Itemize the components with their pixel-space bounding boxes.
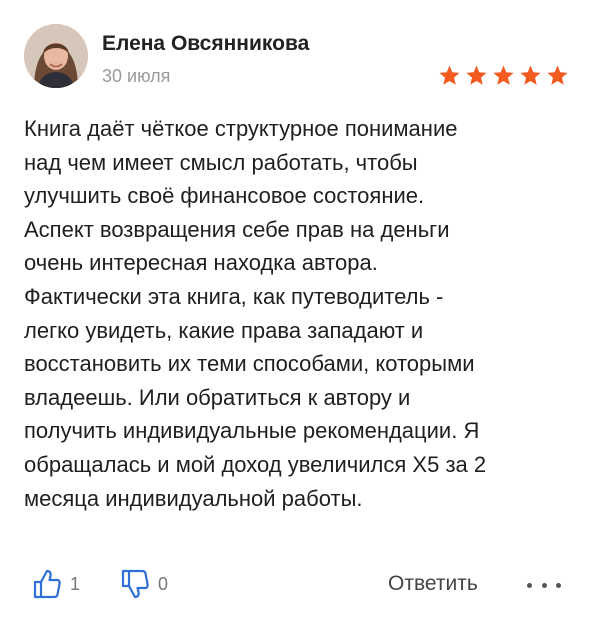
avatar[interactable] [24,24,88,88]
more-options-button[interactable] [527,574,561,596]
review-text: Книга даёт чёткое структурное понимание … [24,116,487,511]
more-dots-icon [541,582,547,588]
thumbs-up-icon [33,569,61,599]
likes-count: 1 [70,573,81,594]
star-icon [466,65,487,85]
star-icon [493,65,514,85]
more-dots-icon [556,582,561,588]
thumbs-down-icon [121,569,149,599]
more-dots-icon [527,582,532,588]
dislikes-count: 0 [158,573,169,594]
review-header: Елена Овсянникова 30 июля [24,24,569,90]
review-actions: 1 0 Ответить [24,566,569,606]
star-icon [547,65,568,85]
user-photo-icon [24,24,88,88]
author-name[interactable]: Елена Овсянникова [102,32,309,56]
review-card: Елена Овсянникова 30 июля Книга даёт чёт… [0,0,591,619]
review-date: 30 июля [102,66,171,86]
star-rating [438,64,569,87]
star-icon [520,65,541,85]
dislike-button[interactable]: 0 [120,568,168,600]
like-button[interactable]: 1 [32,568,80,600]
reply-button[interactable]: Ответить [388,572,478,596]
star-icon [439,65,460,85]
